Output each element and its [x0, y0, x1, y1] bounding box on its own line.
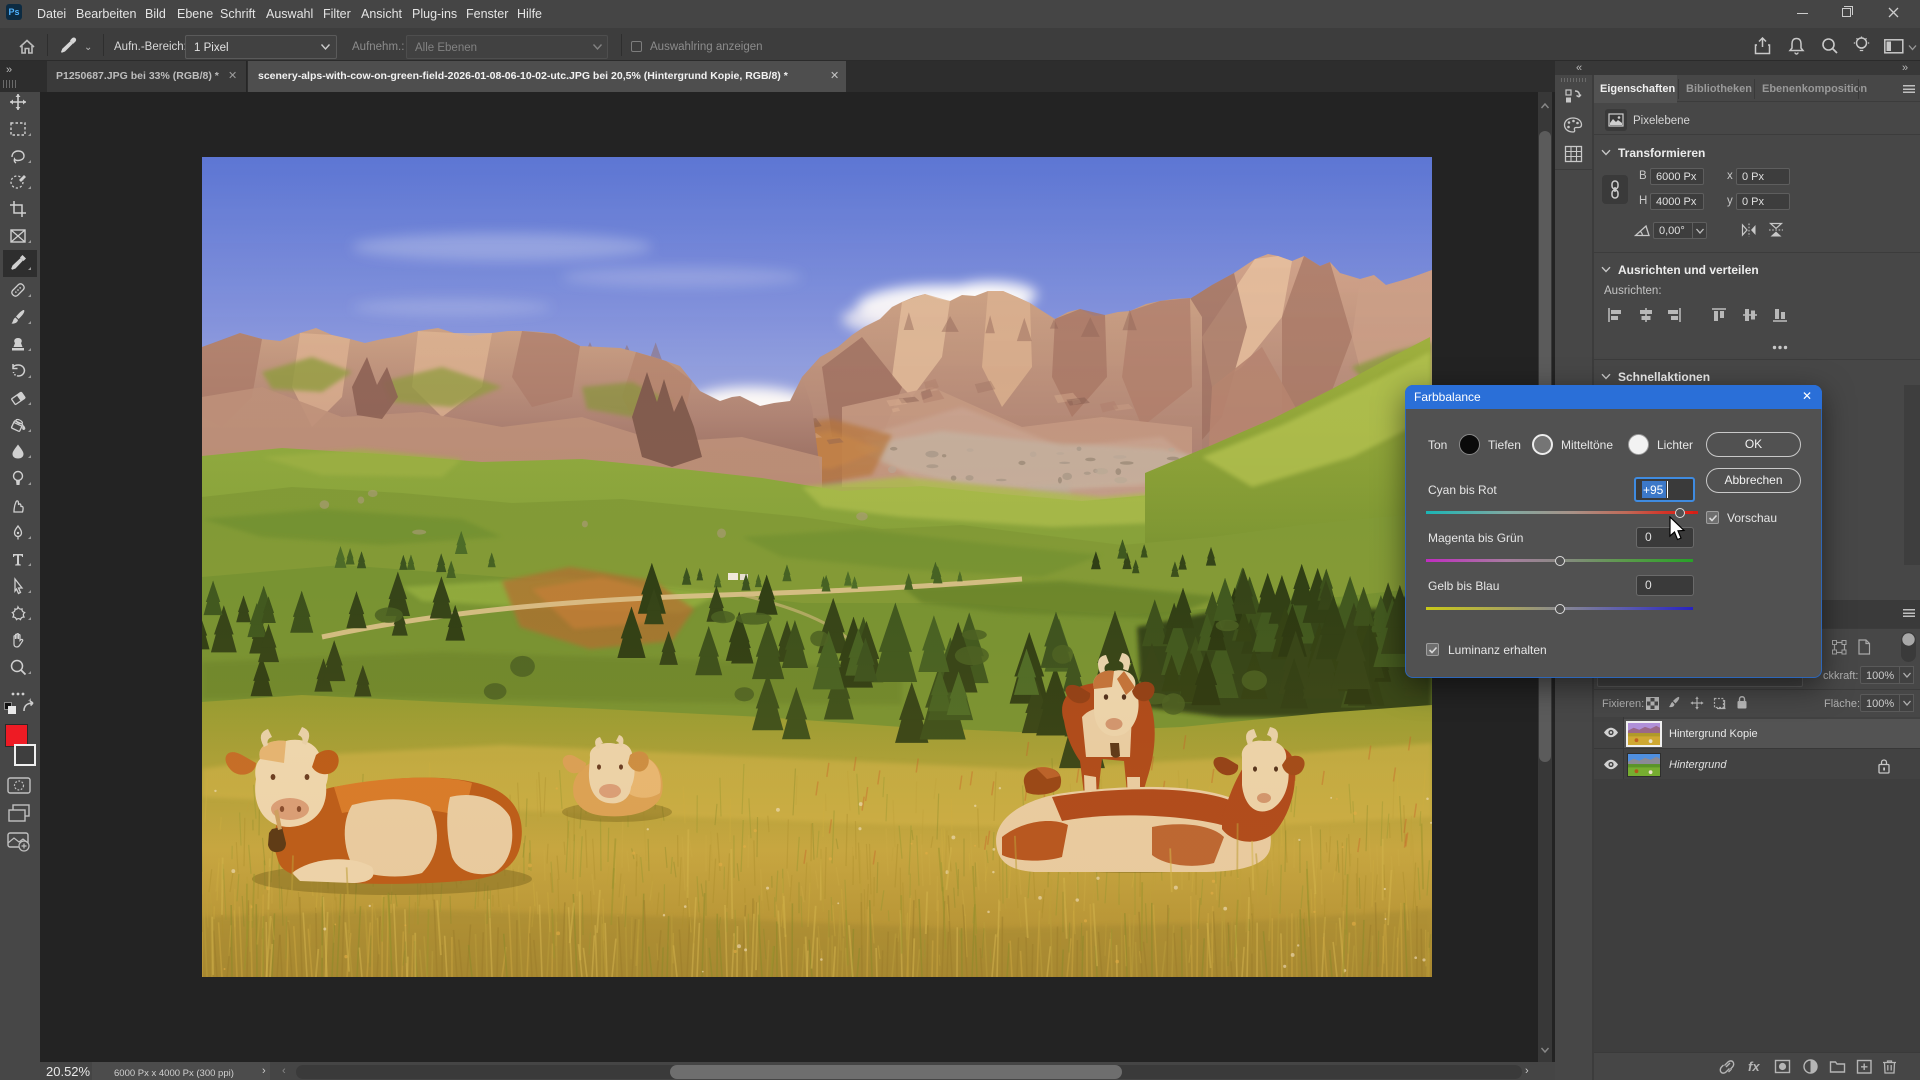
svg-text:fx: fx [1748, 1059, 1760, 1074]
